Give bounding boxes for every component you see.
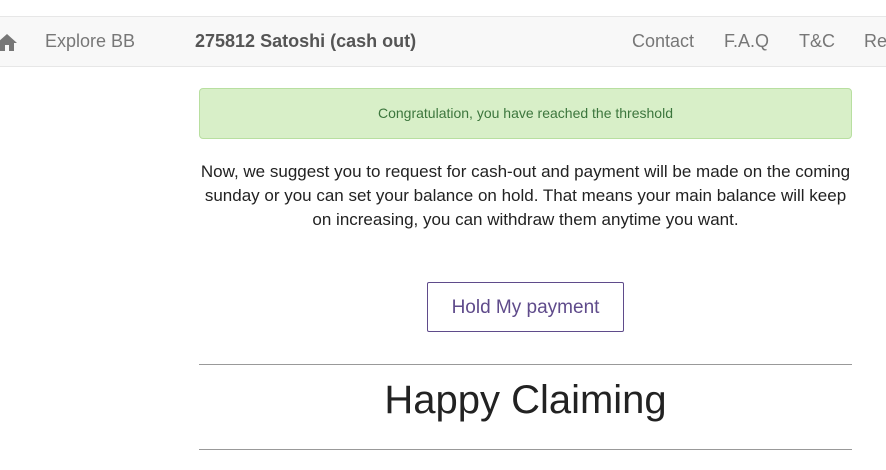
divider-top xyxy=(199,364,852,365)
nav-tc-link[interactable]: T&C xyxy=(799,17,835,66)
success-alert: Congratulation, you have reached the thr… xyxy=(199,88,852,139)
divider-bottom xyxy=(199,449,852,450)
nav-explore-link[interactable]: Explore BB xyxy=(45,17,135,66)
nav-contact-link[interactable]: Contact xyxy=(632,17,694,66)
home-icon[interactable] xyxy=(0,32,17,52)
cashout-message: Now, we suggest you to request for cash-… xyxy=(200,162,851,229)
balance-display: 275812 Satoshi (cash out) xyxy=(195,31,417,51)
top-navbar: Explore BB 275812 Satoshi (cash out) Con… xyxy=(0,16,886,67)
nav-truncated-link[interactable]: Re xyxy=(864,17,886,66)
hold-payment-button[interactable]: Hold My payment xyxy=(427,282,624,332)
nav-faq-link[interactable]: F.A.Q xyxy=(724,17,769,66)
happy-claiming-heading: Happy Claiming xyxy=(384,378,667,422)
